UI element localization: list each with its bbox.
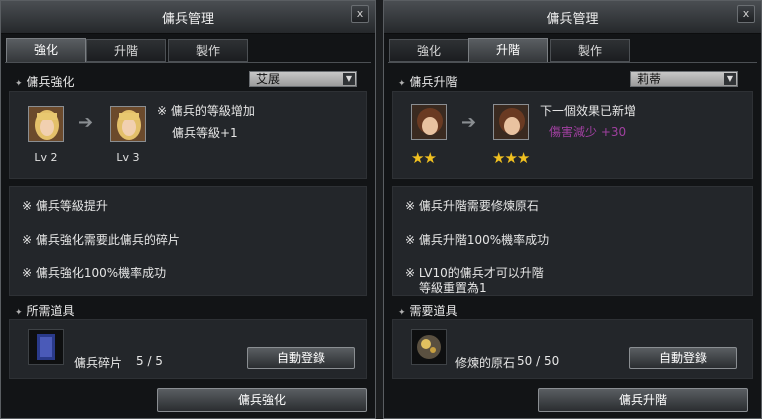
mercenary-window-left: 傭兵管理 x 強化 升階 製作 ✦ 傭兵強化 艾展 ▼ Lv 2 ➔ Lv 3 ※… bbox=[0, 0, 376, 419]
effect-title: 下一個效果已新增 bbox=[540, 104, 637, 118]
chevron-down-icon[interactable]: ▼ bbox=[724, 73, 736, 85]
bullet-icon: ✦ bbox=[398, 308, 406, 318]
mercenary-portrait-next bbox=[493, 104, 529, 140]
upgrade-button[interactable]: 傭兵升階 bbox=[538, 388, 748, 412]
window-title: 傭兵管理 bbox=[546, 12, 599, 27]
next-star-rating: ★★★ bbox=[492, 149, 530, 167]
tab-divider bbox=[388, 62, 757, 63]
arrow-right-icon: ➔ bbox=[461, 112, 477, 133]
blonde-portrait-icon bbox=[29, 107, 63, 141]
required-items-panel: 傭兵碎片 5 / 5 自動登錄 bbox=[9, 319, 367, 379]
mercenary-select[interactable]: 莉蒂 ▼ bbox=[630, 71, 738, 87]
mercenary-select-value: 艾展 bbox=[256, 72, 281, 86]
required-items-panel: 修煉的原石 50 / 50 自動登錄 bbox=[392, 319, 753, 379]
item-count: 5 / 5 bbox=[136, 354, 163, 368]
tab-enhance[interactable]: 強化 bbox=[389, 39, 469, 62]
mercenary-select-value: 莉蒂 bbox=[637, 72, 662, 86]
required-items-header: ✦ 需要道具 bbox=[398, 302, 458, 319]
required-items-label: 所需道具 bbox=[26, 304, 75, 318]
window-title: 傭兵管理 bbox=[161, 12, 214, 27]
title-bar[interactable]: 傭兵管理 x bbox=[1, 1, 375, 34]
note-line: 等級重置為1 bbox=[419, 281, 487, 295]
effect-value: 傭兵等級+1 bbox=[172, 126, 238, 140]
notes-panel: ※ 傭兵等級提升 ※ 傭兵強化需要此傭兵的碎片 ※ 傭兵強化100%機率成功 bbox=[9, 186, 367, 296]
tab-upgrade[interactable]: 升階 bbox=[86, 39, 166, 62]
close-icon[interactable]: x bbox=[737, 5, 755, 23]
tab-enhance[interactable]: 強化 bbox=[6, 38, 86, 63]
notes-panel: ※ 傭兵升階需要修煉原石 ※ 傭兵升階100%機率成功 ※ LV10的傭兵才可以… bbox=[392, 186, 753, 296]
note-line: ※ 傭兵升階需要修煉原石 bbox=[405, 199, 539, 213]
tab-divider bbox=[5, 62, 371, 63]
note-line: ※ 傭兵強化100%機率成功 bbox=[22, 266, 167, 280]
mercenary-portrait-next bbox=[110, 106, 146, 142]
brown-hair-portrait-icon bbox=[494, 105, 528, 139]
note-line: ※ 傭兵升階100%機率成功 bbox=[405, 233, 550, 247]
next-level: Lv 3 bbox=[116, 151, 140, 164]
mercenary-select[interactable]: 艾展 ▼ bbox=[249, 71, 357, 87]
item-name: 傭兵碎片 bbox=[74, 356, 123, 370]
required-items-header: ✦ 所需道具 bbox=[15, 302, 75, 319]
tab-upgrade[interactable]: 升階 bbox=[468, 38, 548, 63]
shard-icon bbox=[37, 334, 55, 360]
note-line: ※ 傭兵等級提升 bbox=[22, 199, 108, 213]
mercenary-portrait-current bbox=[411, 104, 447, 140]
auto-register-button[interactable]: 自動登錄 bbox=[247, 347, 355, 369]
current-star-rating: ★★ bbox=[411, 149, 437, 167]
enhance-button[interactable]: 傭兵強化 bbox=[157, 388, 367, 412]
close-icon[interactable]: x bbox=[351, 5, 369, 23]
effect-title: ※ 傭兵的等級增加 bbox=[157, 104, 255, 118]
bullet-icon: ✦ bbox=[398, 79, 406, 89]
section-label: 傭兵強化 bbox=[26, 75, 75, 89]
current-level: Lv 2 bbox=[34, 151, 58, 164]
arrow-right-icon: ➔ bbox=[78, 112, 94, 133]
ore-stone-icon bbox=[417, 335, 441, 359]
mercenary-portrait-current bbox=[28, 106, 64, 142]
section-header: ✦ 傭兵升階 bbox=[398, 73, 458, 90]
bullet-icon: ✦ bbox=[15, 308, 23, 318]
item-count: 50 / 50 bbox=[517, 354, 560, 368]
section-label: 傭兵升階 bbox=[409, 75, 458, 89]
bullet-icon: ✦ bbox=[15, 79, 23, 89]
required-items-label: 需要道具 bbox=[409, 304, 458, 318]
rank-preview-panel: ★★ ➔ ★★★ 下一個效果已新增 傷害減少 +30 bbox=[392, 91, 753, 179]
item-slot[interactable] bbox=[28, 329, 64, 365]
section-header: ✦ 傭兵強化 bbox=[15, 73, 75, 90]
level-preview-panel: Lv 2 ➔ Lv 3 ※ 傭兵的等級增加 傭兵等級+1 bbox=[9, 91, 367, 179]
note-line: ※ 傭兵強化需要此傭兵的碎片 bbox=[22, 233, 180, 247]
tab-craft[interactable]: 製作 bbox=[550, 39, 630, 62]
effect-value: 傷害減少 +30 bbox=[549, 125, 627, 139]
item-name: 修煉的原石 bbox=[455, 356, 516, 370]
chevron-down-icon[interactable]: ▼ bbox=[343, 73, 355, 85]
mercenary-window-right: 傭兵管理 x 強化 升階 製作 ✦ 傭兵升階 莉蒂 ▼ ★★ ➔ ★★★ 下一個效… bbox=[383, 0, 762, 419]
item-slot[interactable] bbox=[411, 329, 447, 365]
tab-craft[interactable]: 製作 bbox=[168, 39, 248, 62]
blonde-portrait-icon bbox=[111, 107, 145, 141]
auto-register-button[interactable]: 自動登錄 bbox=[629, 347, 737, 369]
title-bar[interactable]: 傭兵管理 x bbox=[384, 1, 761, 34]
brown-hair-portrait-icon bbox=[412, 105, 446, 139]
